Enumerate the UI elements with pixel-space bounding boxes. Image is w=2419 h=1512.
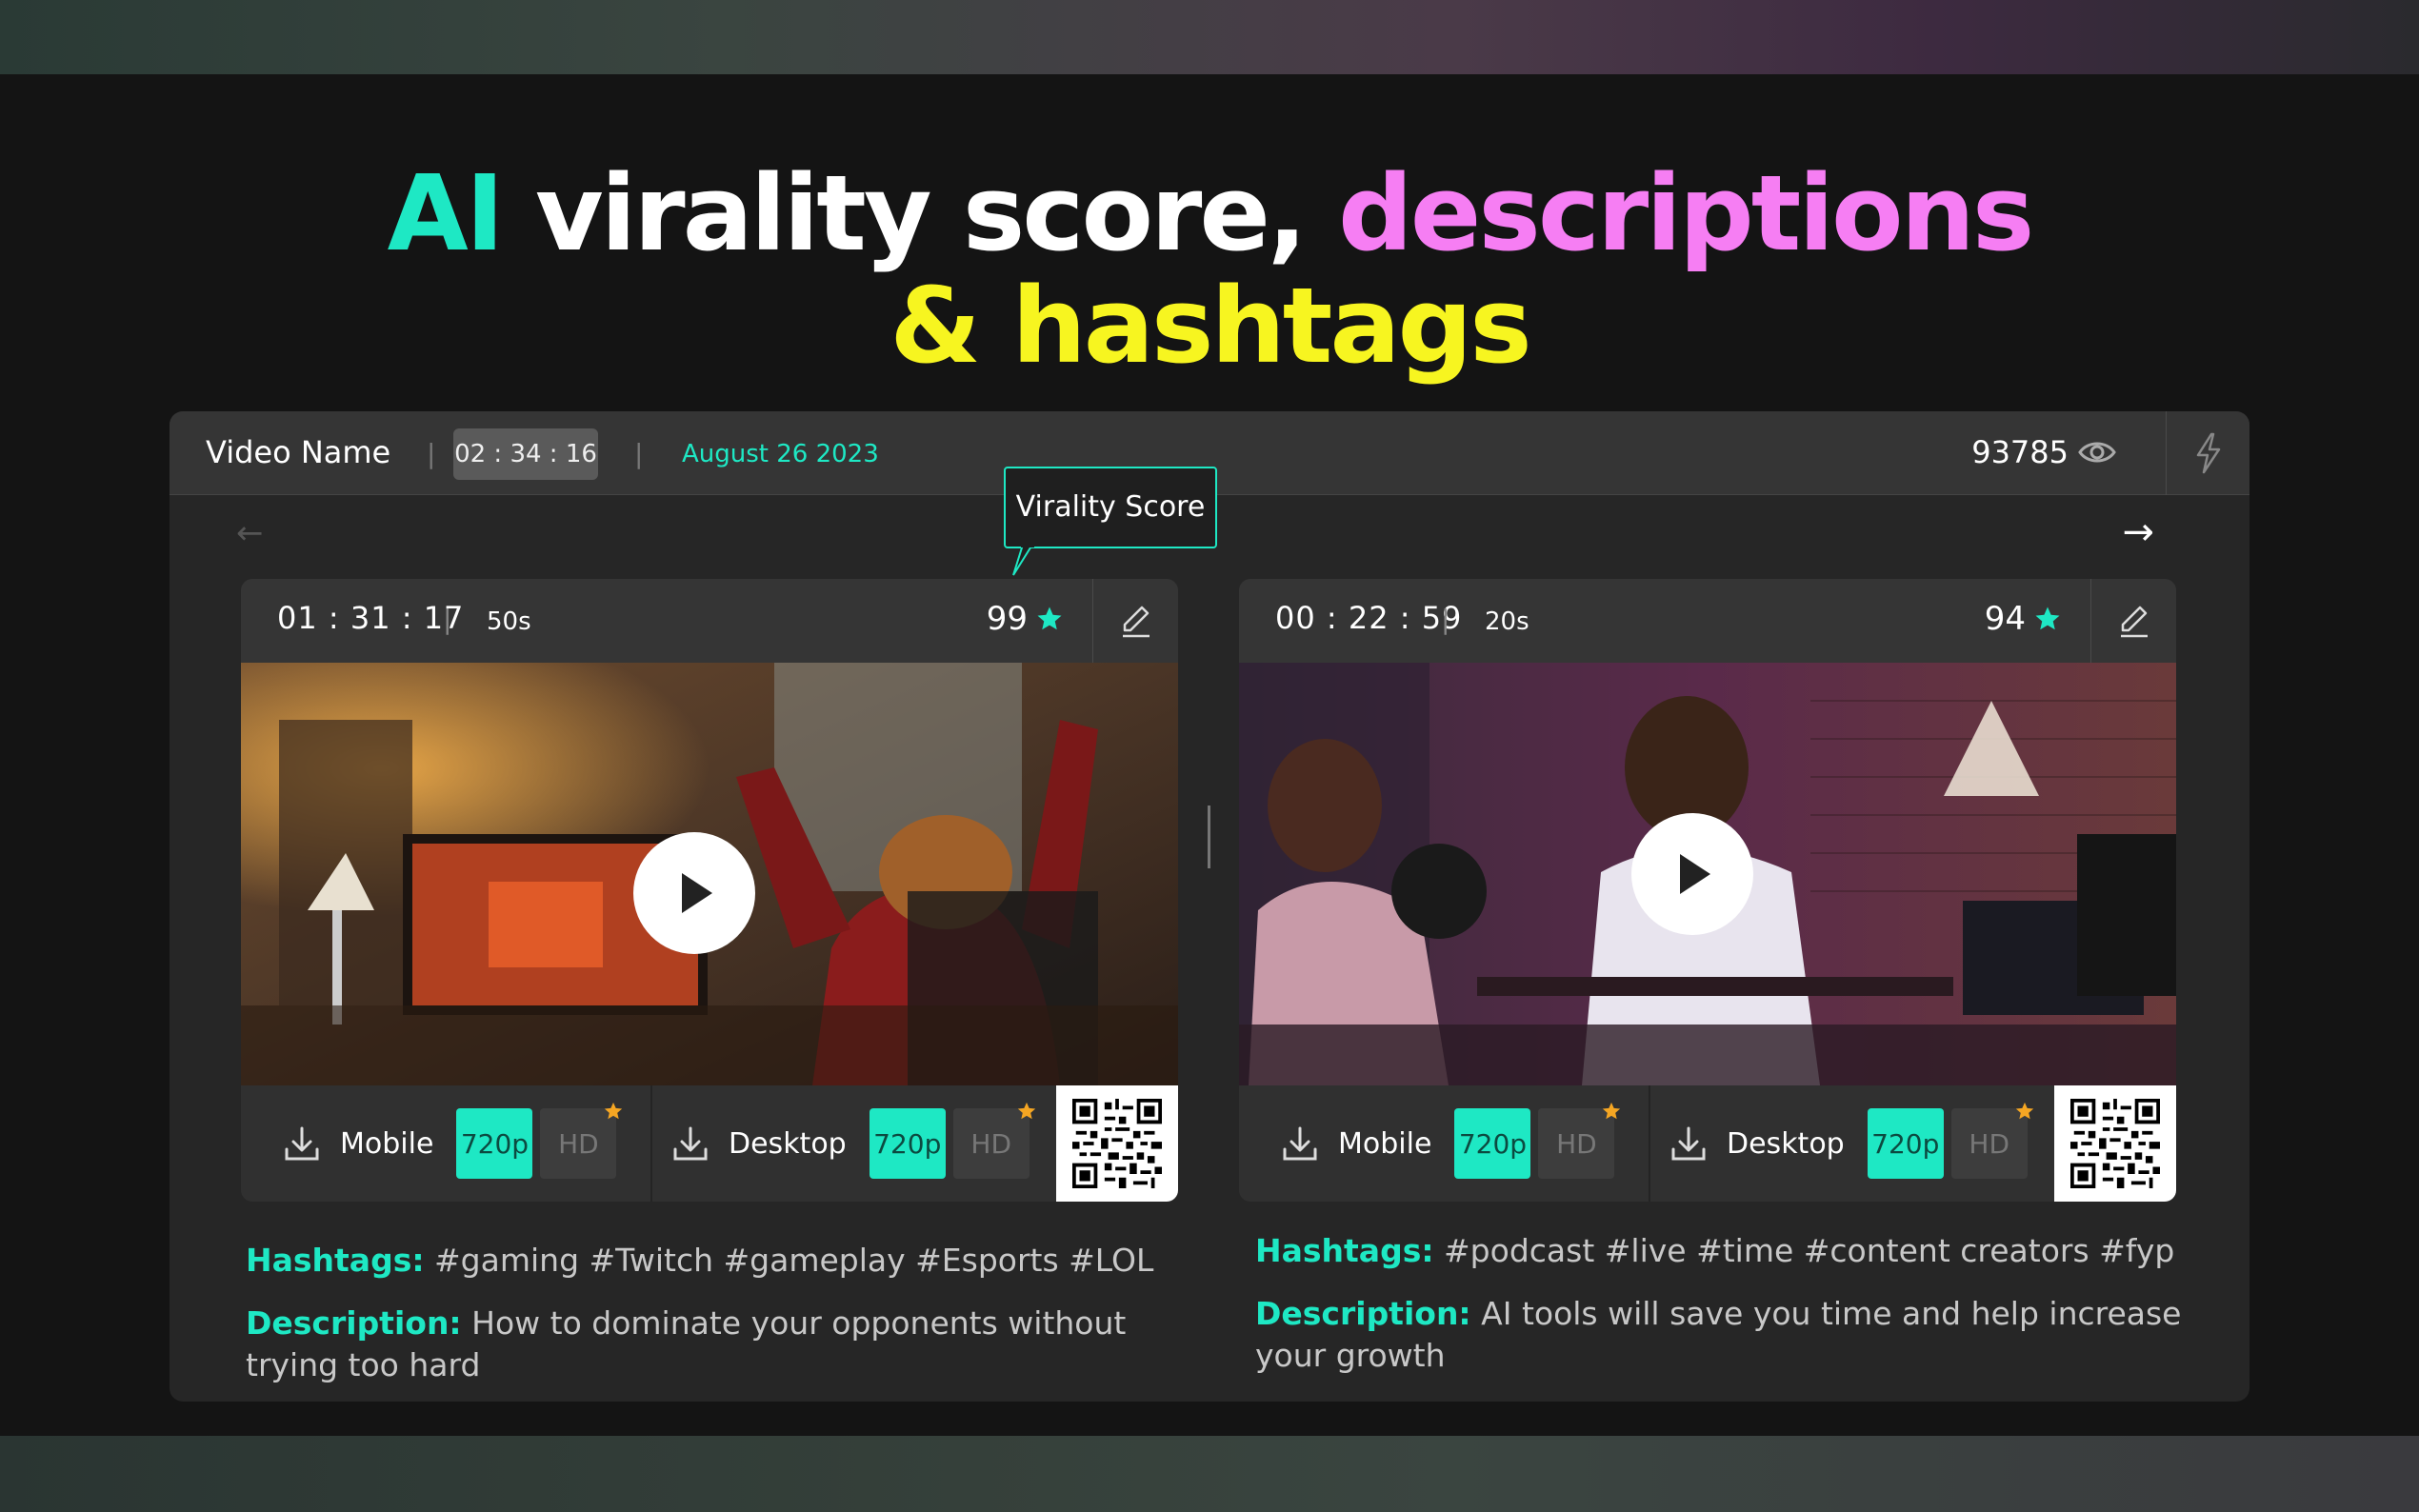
view-count: 93785 <box>1971 434 2116 470</box>
headline-virality: virality score, <box>534 152 1308 274</box>
prev-arrow[interactable]: ← <box>236 514 264 552</box>
qr-code[interactable] <box>2054 1085 2176 1202</box>
hashtags-label: Hashtags: <box>246 1242 425 1279</box>
clip-separator: | <box>1441 604 1450 635</box>
clip-separator: | <box>443 604 452 635</box>
clip-meta: Hashtags: #podcast #live #time #content … <box>1255 1230 2217 1398</box>
hashtags-label: Hashtags: <box>1255 1232 1434 1269</box>
video-date: August 26 2023 <box>682 440 879 468</box>
quality-720p-button[interactable]: 720p <box>869 1108 946 1179</box>
clip-duration: 50s <box>487 607 531 636</box>
hashtags-value: #podcast #live #time #content creators #… <box>1444 1232 2175 1269</box>
mobile-label: Mobile <box>340 1126 434 1161</box>
description-line: Description: How to dominate your oppone… <box>246 1303 1198 1386</box>
download-icon <box>285 1126 319 1161</box>
download-icon <box>1671 1126 1706 1161</box>
play-button[interactable] <box>1631 813 1753 935</box>
desktop-download[interactable]: Desktop 720p HD <box>1668 1085 2033 1202</box>
pencil-icon <box>1122 606 1150 638</box>
premium-star-icon <box>1603 1102 1621 1120</box>
edit-button[interactable] <box>2090 579 2176 663</box>
qr-code-icon <box>1072 1099 1162 1188</box>
clip-duration: 20s <box>1485 607 1529 636</box>
download-row: Mobile 720p HD Desktop 720p HD <box>1239 1085 2176 1202</box>
quality-720p-button[interactable]: 720p <box>1867 1108 1944 1179</box>
mobile-label: Mobile <box>1338 1126 1432 1161</box>
desktop-label: Desktop <box>1727 1126 1845 1161</box>
headline-line-1: AI virality score, descriptions <box>0 157 2419 269</box>
card-divider <box>1208 806 1210 868</box>
description-label: Description: <box>1255 1295 1471 1332</box>
desktop-label: Desktop <box>729 1126 847 1161</box>
download-icon <box>1283 1126 1317 1161</box>
qr-code-icon <box>2070 1099 2160 1188</box>
hashtags-line: Hashtags: #podcast #live #time #content … <box>1255 1230 2217 1272</box>
download-divider <box>1649 1085 1650 1202</box>
top-gradient-band <box>0 0 2419 74</box>
bottom-gradient-band <box>0 1436 2419 1512</box>
hd-label: HD <box>558 1127 599 1160</box>
quality-hd-button[interactable]: HD <box>952 1102 1035 1179</box>
play-icon <box>682 873 712 913</box>
edit-button[interactable] <box>1092 579 1178 663</box>
mobile-download[interactable]: Mobile 720p HD <box>1279 1085 1621 1202</box>
play-icon <box>1680 854 1710 894</box>
video-thumbnail[interactable] <box>241 663 1178 1085</box>
premium-star-icon <box>1017 1102 1035 1120</box>
quality-hd-button[interactable]: HD <box>1950 1102 2033 1179</box>
hd-label: HD <box>1969 1127 2010 1160</box>
clip-card: 01 : 31 : 17 | 50s 99 Mobile 720p HD Des… <box>241 579 1178 1202</box>
video-panel: Video Name | 02 : 34 : 16 | August 26 20… <box>170 411 2249 1402</box>
play-button[interactable] <box>633 832 755 954</box>
download-row: Mobile 720p HD Desktop 720p HD <box>241 1085 1178 1202</box>
quality-720p-button[interactable]: 720p <box>456 1108 533 1179</box>
video-timestamp: 02 : 34 : 16 <box>453 428 598 480</box>
virality-score: 94 <box>1985 600 2062 638</box>
premium-star-icon <box>605 1102 623 1120</box>
hashtags-value: #gaming #Twitch #gameplay #Esports #LOL <box>434 1242 1154 1279</box>
page-headline: AI virality score, descriptions & hashta… <box>0 157 2419 382</box>
description-label: Description: <box>246 1304 462 1342</box>
star-icon <box>2035 607 2060 630</box>
headline-descriptions: descriptions <box>1338 152 2034 274</box>
mobile-download[interactable]: Mobile 720p HD <box>281 1085 623 1202</box>
hd-label: HD <box>970 1127 1012 1160</box>
virality-score-value: 99 <box>986 600 1028 638</box>
star-icon <box>1037 607 1062 630</box>
description-line: Description: AI tools will save you time… <box>1255 1293 2217 1377</box>
headline-hashtags: & hashtags <box>890 265 1532 387</box>
desktop-download[interactable]: Desktop 720p HD <box>670 1085 1035 1202</box>
clip-card-header: 01 : 31 : 17 | 50s 99 <box>241 579 1178 663</box>
lightning-button[interactable] <box>2166 411 2249 495</box>
view-count-value: 93785 <box>1971 434 2069 470</box>
qr-code[interactable] <box>1056 1085 1178 1202</box>
tooltip-pointer <box>1012 545 1034 576</box>
virality-score: 99 <box>987 600 1064 638</box>
hashtags-line: Hashtags: #gaming #Twitch #gameplay #Esp… <box>246 1240 1198 1282</box>
header-separator: | <box>634 438 644 469</box>
virality-score-value: 94 <box>1984 600 2026 638</box>
clip-meta: Hashtags: #gaming #Twitch #gameplay #Esp… <box>246 1240 1198 1402</box>
video-name[interactable]: Video Name <box>206 434 390 470</box>
quality-720p-button[interactable]: 720p <box>1454 1108 1531 1179</box>
clip-timestamp: 00 : 22 : 59 <box>1275 600 1463 636</box>
download-divider <box>650 1085 652 1202</box>
pencil-icon <box>2120 606 2148 638</box>
eye-icon <box>2078 442 2116 463</box>
virality-score-tooltip: Virality Score <box>1004 467 1217 548</box>
lightning-icon <box>2196 432 2220 474</box>
header-separator: | <box>427 438 436 469</box>
headline-ai: AI <box>387 152 505 274</box>
video-thumbnail[interactable] <box>1239 663 2176 1085</box>
clip-timestamp: 01 : 31 : 17 <box>277 600 465 636</box>
quality-hd-button[interactable]: HD <box>1538 1102 1621 1179</box>
download-icon <box>673 1126 708 1161</box>
clip-card: 00 : 22 : 59 | 20s 94 Mobile 720p HD Des… <box>1239 579 2176 1202</box>
quality-hd-button[interactable]: HD <box>540 1102 623 1179</box>
clip-card-header: 00 : 22 : 59 | 20s 94 <box>1239 579 2176 663</box>
next-arrow[interactable]: → <box>2122 510 2154 554</box>
hd-label: HD <box>1556 1127 1597 1160</box>
premium-star-icon <box>2015 1102 2033 1120</box>
